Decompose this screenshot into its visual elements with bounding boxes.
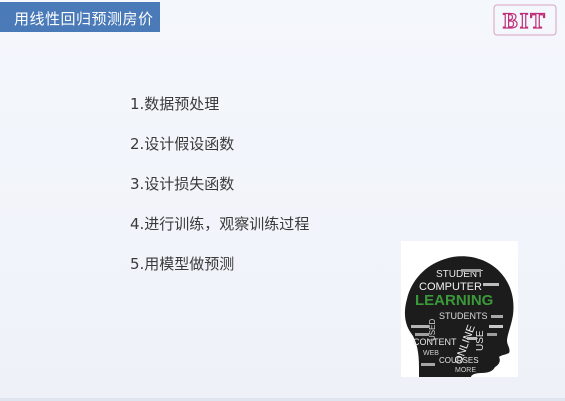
step-item: 1.数据预处理 (130, 95, 220, 113)
head-word-cloud: STUDENT COMPUTER LEARNING STUDENTS ONLIN… (404, 256, 514, 377)
slide: 用线性回归预测房价 BIT 1.数据预处理 2.设计假设函数 3.设计损失函数 … (0, 0, 565, 401)
cloud-word: WEB (423, 350, 439, 357)
step-item: 5.用模型做预测 (130, 255, 235, 273)
slide-title: 用线性回归预测房价 (14, 10, 154, 28)
word-cloud-image: STUDENT COMPUTER LEARNING STUDENTS ONLIN… (401, 241, 518, 377)
logo-text: BIT (503, 8, 547, 33)
step-item: 3.设计损失函数 (130, 175, 235, 193)
cloud-word: COURSES (439, 356, 479, 365)
cloud-word: USE (475, 330, 486, 351)
cloud-word: STUDENTS (439, 311, 488, 321)
step-item: 2.设计假设函数 (130, 135, 235, 153)
cloud-word: MORE (455, 367, 476, 374)
bit-logo: BIT (493, 4, 557, 36)
cloud-word: LEARNING (415, 292, 493, 309)
cloud-word: USED (428, 319, 437, 341)
steps-list: 1.数据预处理 2.设计假设函数 3.设计损失函数 4.进行训练，观察训练过程 … (130, 90, 309, 290)
step-item: 4.进行训练，观察训练过程 (130, 215, 310, 233)
title-bar: 用线性回归预测房价 (0, 2, 160, 32)
